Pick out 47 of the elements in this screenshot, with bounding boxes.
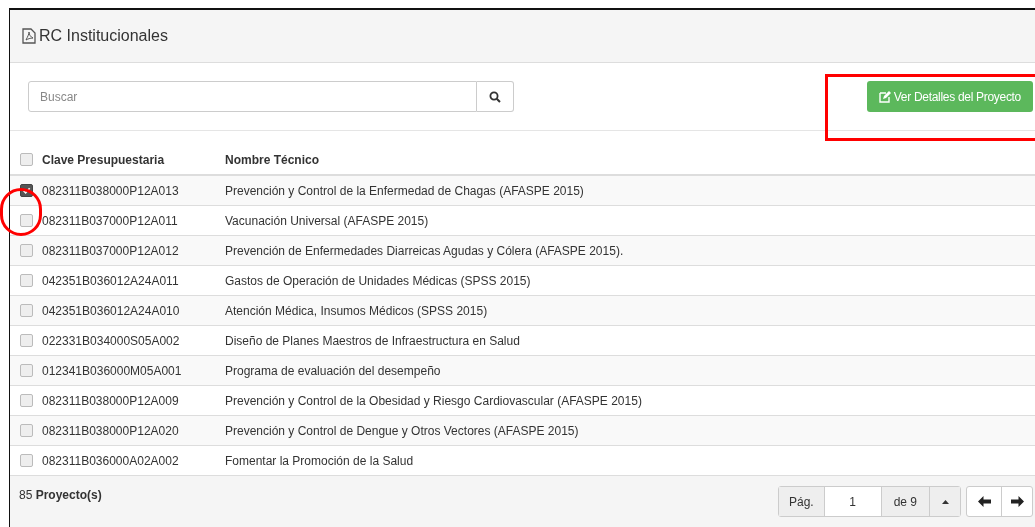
arrow-left-icon	[977, 496, 991, 507]
table-cell-text: Prevención de Enfermedades Diarreicas Agudas y Cólera (AFASPE 2015).	[225, 242, 624, 260]
arrow-right-icon	[1010, 496, 1024, 507]
row-checkbox[interactable]	[19, 304, 33, 317]
table-cell-text: 082311B036000A02A002	[42, 452, 180, 470]
page-total: de 9	[880, 487, 929, 516]
page-selector[interactable]: Pág. 1 de 9	[777, 486, 961, 517]
page-menu-button[interactable]	[929, 487, 960, 516]
page-label: Pág.	[778, 487, 825, 516]
table-cell-text: Vacunación Universal (AFASPE 2015)	[225, 212, 429, 230]
table-cell-text: Prevención y Control de la Enfermedad de Chagas (AFASPE 2015)	[225, 182, 584, 200]
table-cell-text: Prevención y Control de la Obesidad y Riesgo Cardiovascular (AFASPE 2015)	[225, 392, 642, 410]
search-button[interactable]	[477, 81, 514, 112]
table-cell-text: Atención Médica, Insumos Médicos (SPSS 2015)	[225, 302, 488, 320]
column-header: Nombre Técnico	[225, 151, 320, 169]
search-icon	[489, 90, 501, 103]
table-cell-text: 022331B034000S05A002	[42, 332, 181, 350]
project-count: 85 Proyecto(s)	[19, 487, 102, 504]
table-cell-text: 082311B038000P12A013	[42, 182, 180, 200]
search-field[interactable]: Buscar	[28, 81, 477, 112]
pdf-file-icon	[22, 28, 36, 44]
table-cell-text: Programa de evaluación del desempeño	[225, 362, 441, 380]
row-checkbox[interactable]	[19, 244, 33, 257]
table-cell-text: Fomentar la Promoción de la Salud	[225, 452, 414, 470]
column-header: Clave Presupuestaria	[42, 151, 166, 169]
table-cell-text: 042351B036012A24A010	[42, 302, 181, 320]
row-checkbox[interactable]	[19, 424, 33, 437]
row-checkbox[interactable]	[19, 334, 33, 347]
table-cell-text: 042351B036012A24A011	[42, 272, 180, 290]
table-cell-text: Prevención y Control de Dengue y Otros Vectores (AFASPE 2015)	[225, 422, 579, 440]
panel-title: RC Institucionales	[39, 26, 168, 46]
row-checkbox[interactable]	[19, 274, 33, 287]
caret-up-icon	[941, 499, 949, 504]
table-cell-text: 012341B036000M05A001	[42, 362, 183, 380]
page-input[interactable]: 1	[824, 487, 881, 516]
table-cell-text: Diseño de Planes Maestros de Infraestructura en Salud	[225, 332, 520, 350]
row-checkbox[interactable]	[19, 394, 33, 407]
row-checkbox[interactable]	[19, 454, 33, 467]
table-cell-text: Gastos de Operación de Unidades Médicas (SPSS 2015)	[225, 272, 531, 290]
table-cell-text: 082311B038000P12A009	[42, 392, 180, 410]
table-cell-text: 082311B037000P12A011	[42, 212, 179, 230]
edit-icon	[878, 90, 891, 103]
row-checkbox[interactable]	[19, 153, 33, 166]
table-cell-text: 082311B037000P12A012	[42, 242, 180, 260]
row-checkbox[interactable]	[19, 364, 33, 377]
row-checkbox[interactable]	[19, 214, 33, 227]
table-cell-text: 082311B038000P12A020	[42, 422, 180, 440]
